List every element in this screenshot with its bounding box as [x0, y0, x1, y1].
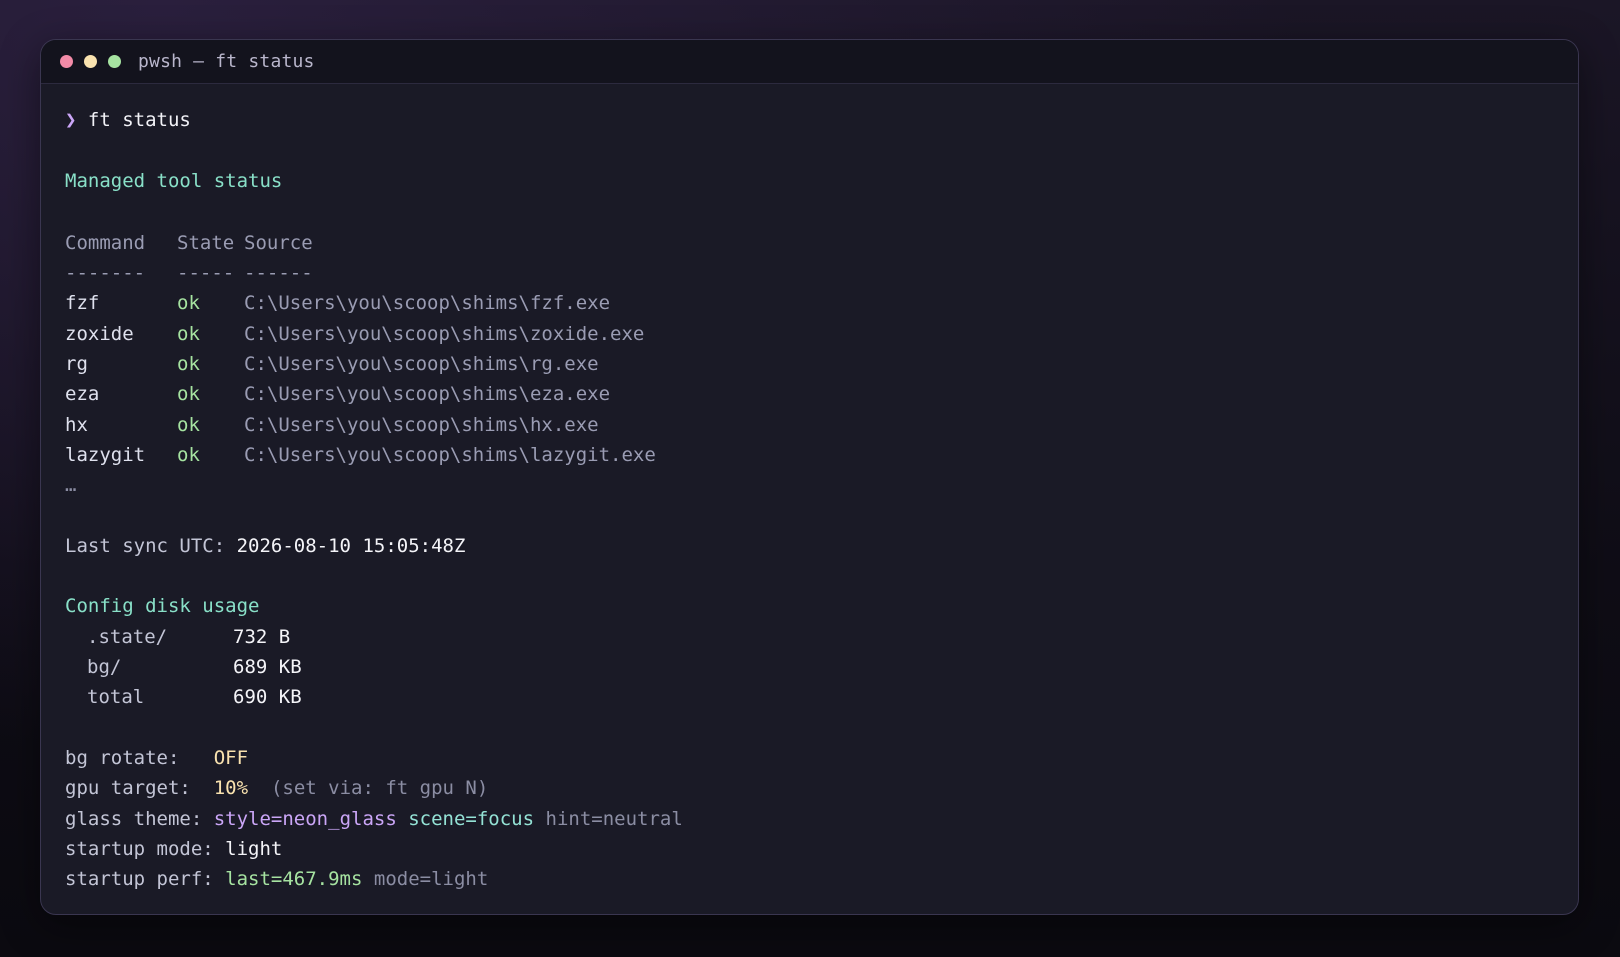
- bg-rotate-value: OFF: [213, 746, 249, 769]
- row-command: hx: [65, 413, 88, 436]
- ellipsis-line: …: [65, 474, 77, 497]
- row-source: C:\Users\you\scoop\shims\lazygit.exe: [244, 443, 656, 466]
- row-command: eza: [65, 383, 100, 406]
- column-header-state: State: [177, 231, 235, 254]
- startup-perf-mode: mode=light: [373, 868, 489, 891]
- table-separator-row: ------- ----- ------: [65, 258, 1554, 288]
- managed-heading: Managed tool status: [65, 169, 283, 192]
- row-source: C:\Users\you\scoop\shims\fzf.exe: [244, 292, 611, 315]
- gpu-target-value: 10%: [213, 777, 249, 800]
- disk-usage-name: .state/: [87, 625, 168, 648]
- disk-usage-row: bg/689 KB: [65, 652, 1554, 682]
- disk-usage-name: total: [87, 686, 145, 709]
- prompt-line: ❯ ft status: [65, 105, 1554, 135]
- table-row: rg ok C:\Users\you\scoop\shims\rg.exe: [65, 349, 1554, 379]
- terminal-window: pwsh — ft status ❯ ft status Managed too…: [40, 39, 1579, 915]
- separator-state: -----: [177, 262, 235, 285]
- glass-theme-scene: scene=focus: [408, 807, 535, 830]
- prompt-chevron-icon: ❯: [65, 109, 77, 131]
- maximize-window-button[interactable]: [108, 55, 121, 68]
- row-state: ok: [177, 443, 200, 466]
- last-sync-value: 2026-08-10 15:05:48Z: [236, 534, 466, 557]
- table-header-row: Command State Source: [65, 228, 1554, 258]
- title-bar: pwsh — ft status: [41, 40, 1578, 84]
- table-row: eza ok C:\Users\you\scoop\shims\eza.exe: [65, 379, 1554, 409]
- window-title: pwsh — ft status: [138, 51, 315, 72]
- disk-usage-size: 689 KB: [233, 656, 302, 679]
- row-command: rg: [65, 353, 88, 376]
- startup-perf-label: startup perf:: [65, 868, 214, 891]
- gpu-target-label: gpu target:: [65, 777, 191, 800]
- row-state: ok: [177, 292, 200, 315]
- prompt-command: ft status: [87, 109, 191, 131]
- row-state: ok: [177, 383, 200, 406]
- row-state: ok: [177, 353, 200, 376]
- bg-rotate-label: bg rotate:: [65, 746, 180, 769]
- separator-source: ------: [244, 262, 313, 285]
- table-row: zoxide ok C:\Users\you\scoop\shims\zoxide.…: [65, 319, 1554, 349]
- startup-mode-line: startup mode: light: [65, 834, 1554, 864]
- row-command: lazygit: [65, 443, 146, 466]
- separator-command: -------: [65, 262, 146, 285]
- disk-usage-name: bg/: [87, 656, 122, 679]
- disk-usage-heading: Config disk usage: [65, 595, 260, 618]
- glass-theme-hint: hint=neutral: [545, 807, 683, 830]
- terminal-output[interactable]: ❯ ft status Managed tool status Command S…: [65, 105, 1554, 894]
- table-row: fzf ok C:\Users\you\scoop\shims\fzf.exe: [65, 288, 1554, 318]
- row-source: C:\Users\you\scoop\shims\eza.exe: [244, 383, 611, 406]
- startup-mode-label: startup mode:: [65, 837, 214, 860]
- glass-theme-style: style=neon_glass: [213, 807, 397, 830]
- startup-perf-last: last=467.9ms: [225, 868, 363, 891]
- row-command: zoxide: [65, 322, 134, 345]
- last-sync-label: Last sync UTC:: [65, 534, 226, 557]
- disk-usage-size: 732 B: [233, 625, 291, 648]
- close-window-button[interactable]: [60, 55, 73, 68]
- bg-rotate-line: bg rotate: OFF: [65, 743, 1554, 773]
- minimize-window-button[interactable]: [84, 55, 97, 68]
- disk-usage-row: total 690 KB: [65, 682, 1554, 712]
- startup-perf-line: startup perf: last=467.9ms mode=light: [65, 864, 1554, 894]
- row-command: fzf: [65, 292, 100, 315]
- column-header-source: Source: [244, 231, 313, 254]
- gpu-target-hint: (set via: ft gpu N): [270, 777, 489, 800]
- row-state: ok: [177, 322, 200, 345]
- glass-theme-line: glass theme: style=neon_glass scene=focu…: [65, 804, 1554, 834]
- disk-usage-size: 690 KB: [233, 686, 302, 709]
- table-row: lazygit ok C:\Users\you\scoop\shims\lazygi…: [65, 440, 1554, 470]
- glass-theme-label: glass theme:: [65, 807, 203, 830]
- row-source: C:\Users\you\scoop\shims\rg.exe: [244, 353, 599, 376]
- last-sync-line: Last sync UTC: 2026-08-10 15:05:48Z: [65, 531, 1554, 561]
- table-row: hx ok C:\Users\you\scoop\shims\hx.exe: [65, 410, 1554, 440]
- gpu-target-line: gpu target: 10% (set via: ft gpu N): [65, 773, 1554, 803]
- startup-mode-value: light: [225, 837, 283, 860]
- row-source: C:\Users\you\scoop\shims\zoxide.exe: [244, 322, 645, 345]
- row-source: C:\Users\you\scoop\shims\hx.exe: [244, 413, 599, 436]
- disk-usage-row: .state/732 B: [65, 622, 1554, 652]
- row-state: ok: [177, 413, 200, 436]
- column-header-command: Command: [65, 231, 146, 254]
